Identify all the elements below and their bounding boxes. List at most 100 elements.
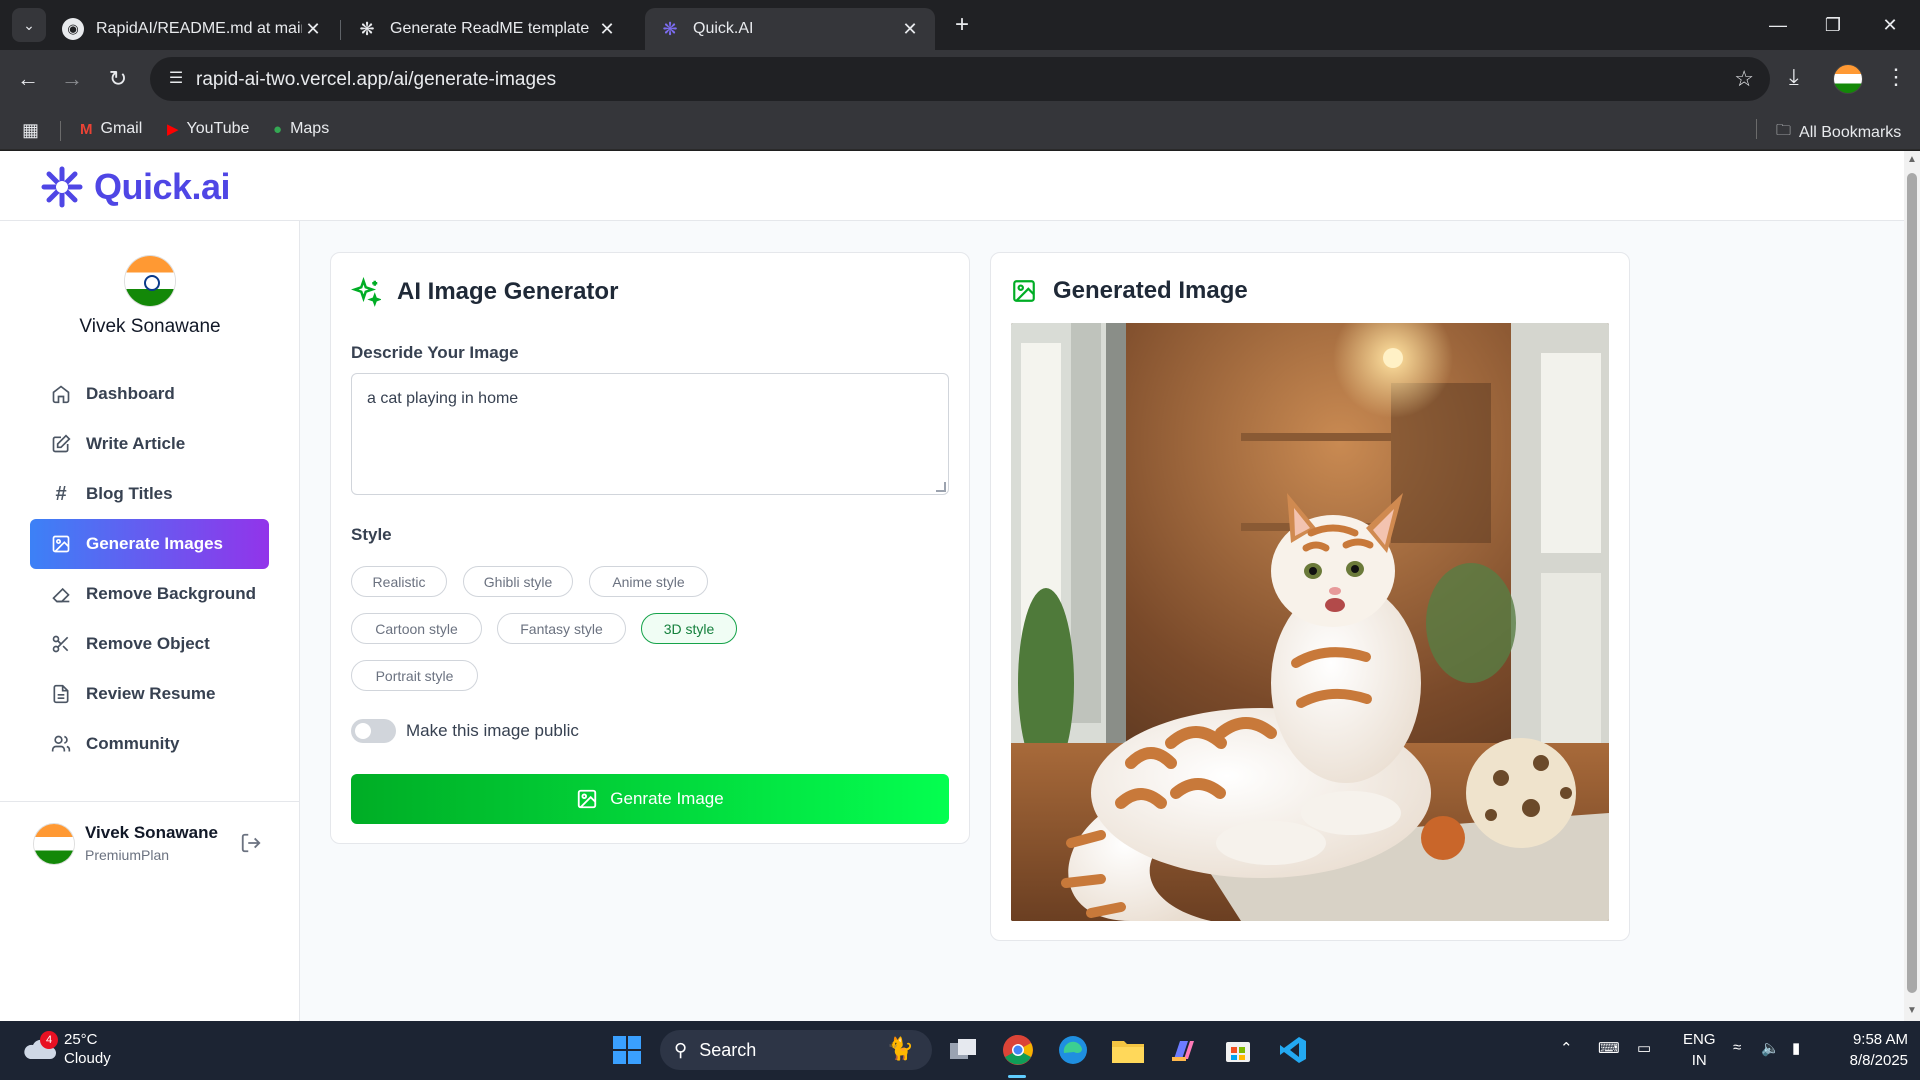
bookmark-gmail[interactable]: M Gmail: [80, 120, 142, 138]
sidebar-item-remove-background[interactable]: Remove Background: [30, 569, 269, 619]
browser-tab-chatgpt[interactable]: ❋ Generate ReadME template ✕: [342, 8, 632, 50]
close-window-icon[interactable]: ✕: [1867, 10, 1913, 40]
search-icon: ⚲: [674, 1039, 688, 1060]
language-top: ENG: [1683, 1031, 1716, 1048]
style-chip-fantasy[interactable]: Fantasy style: [497, 613, 626, 644]
all-bookmarks[interactable]: 🗀 All Bookmarks: [1776, 120, 1901, 145]
result-card: Generated Image: [990, 252, 1630, 941]
sidebar-nav: Dashboard Write Article # Blog Titles Ge…: [30, 369, 269, 769]
footer-user-plan: PremiumPlan: [85, 847, 170, 863]
address-bar[interactable]: ☰ rapid-ai-two.vercel.app/ai/generate-im…: [150, 57, 1770, 101]
bookmark-star-icon[interactable]: ☆: [1734, 66, 1754, 92]
result-title: Generated Image: [1011, 277, 1248, 305]
reload-icon[interactable]: ↻: [103, 64, 133, 94]
sidebar-item-dashboard[interactable]: Dashboard: [30, 369, 269, 419]
keyboard-icon[interactable]: ⌨: [1598, 1039, 1620, 1057]
style-chip-anime[interactable]: Anime style: [589, 566, 708, 597]
back-arrow-icon[interactable]: ←: [13, 64, 43, 94]
edge-icon[interactable]: [1056, 1033, 1090, 1067]
new-tab-plus-icon[interactable]: +: [948, 12, 976, 40]
browser-tab-quickai[interactable]: ❋ Quick.AI ✕: [645, 8, 935, 50]
profile-avatar-icon[interactable]: [1833, 64, 1863, 94]
clock-time: 9:58 AM: [1852, 1031, 1908, 1048]
minimize-icon[interactable]: —: [1755, 10, 1801, 40]
sidebar-footer: Vivek Sonawane PremiumPlan: [0, 801, 300, 891]
app-logo[interactable]: Quick.ai: [38, 165, 231, 209]
web-page: Quick.ai Vivek Sonawane Dashboard Write …: [0, 151, 1920, 1021]
windows-start-icon[interactable]: [610, 1033, 644, 1067]
sidebar-item-review-resume[interactable]: Review Resume: [30, 669, 269, 719]
wifi-icon[interactable]: ≈: [1733, 1039, 1741, 1056]
show-hidden-icons-chevron-icon[interactable]: ⌃: [1560, 1039, 1573, 1057]
file-explorer-icon[interactable]: [1111, 1033, 1145, 1067]
sidebar-item-write-article[interactable]: Write Article: [30, 419, 269, 469]
chrome-icon[interactable]: [1001, 1033, 1035, 1067]
weather-widget[interactable]: 4 25°C Cloudy: [22, 1030, 111, 1068]
generated-image[interactable]: [1011, 323, 1609, 921]
describe-label: Descride Your Image: [351, 343, 519, 362]
logo-text: Quick.ai: [94, 166, 231, 207]
public-toggle[interactable]: [351, 719, 396, 743]
tab-title: RapidAI/README.md at main ·: [96, 20, 302, 37]
bookmark-label: Gmail: [100, 120, 143, 137]
taskbar-search[interactable]: ⚲ Search 🐈: [660, 1030, 932, 1070]
forward-arrow-icon[interactable]: →: [57, 64, 87, 94]
taskbar-clock[interactable]: 9:58 AM 8/8/2025: [1838, 1029, 1908, 1071]
browser-tab-bar: ⌄ ◉ RapidAI/README.md at main · ✕ ❋ Gene…: [0, 0, 1920, 50]
style-chip-portrait[interactable]: Portrait style: [351, 660, 478, 691]
close-tab-icon[interactable]: ✕: [302, 19, 324, 40]
logout-icon[interactable]: [240, 832, 262, 860]
image-icon: [576, 788, 598, 810]
search-label: Search: [699, 1039, 757, 1060]
sidebar-item-label: Remove Object: [86, 634, 210, 653]
bookmarks-bar: ▦ M Gmail ▶ YouTube ● Maps 🗀 All Bookmar…: [0, 108, 1920, 150]
restore-icon[interactable]: ❐: [1810, 10, 1856, 40]
browser-tab-github[interactable]: ◉ RapidAI/README.md at main · ✕: [48, 8, 338, 50]
tablet-mode-icon[interactable]: ▭: [1637, 1039, 1651, 1057]
scroll-up-icon[interactable]: ▲: [1907, 155, 1917, 165]
prompt-value: a cat playing in home: [367, 390, 519, 407]
generate-image-button[interactable]: Genrate Image: [351, 774, 949, 824]
copilot-icon[interactable]: [1166, 1033, 1200, 1067]
sidebar-item-label: Community: [86, 734, 180, 753]
battery-icon[interactable]: ▮: [1792, 1039, 1800, 1057]
style-chip-realistic[interactable]: Realistic: [351, 566, 447, 597]
style-label: Style: [351, 525, 392, 544]
close-tab-icon[interactable]: ✕: [596, 19, 618, 40]
footer-avatar[interactable]: [34, 824, 74, 864]
tab-search-chevron-icon[interactable]: ⌄: [12, 8, 46, 42]
microsoft-store-icon[interactable]: [1221, 1033, 1255, 1067]
task-view-icon[interactable]: [947, 1033, 981, 1067]
sidebar-item-label: Blog Titles: [86, 484, 173, 503]
site-info-icon[interactable]: ☰: [164, 67, 188, 91]
resize-handle[interactable]: [936, 482, 946, 492]
style-chip-3d[interactable]: 3D style: [641, 613, 737, 644]
close-tab-icon[interactable]: ✕: [899, 19, 921, 40]
active-app-indicator: [1008, 1075, 1026, 1078]
sidebar-item-remove-object[interactable]: Remove Object: [30, 619, 269, 669]
apps-grid-icon[interactable]: ▦: [22, 120, 39, 141]
bookmark-youtube[interactable]: ▶ YouTube: [167, 120, 249, 138]
url-text[interactable]: rapid-ai-two.vercel.app/ai/generate-imag…: [196, 69, 556, 91]
scrollbar-thumb[interactable]: [1907, 173, 1917, 993]
style-chip-cartoon[interactable]: Cartoon style: [351, 613, 482, 644]
maps-icon: ●: [273, 120, 283, 138]
style-chip-ghibli[interactable]: Ghibli style: [463, 566, 573, 597]
scroll-down-icon[interactable]: ▼: [1907, 1006, 1917, 1016]
sidebar-item-label: Write Article: [86, 434, 186, 453]
chatgpt-icon: ❋: [359, 18, 375, 39]
vscode-icon[interactable]: [1276, 1033, 1310, 1067]
page-scrollbar[interactable]: ▲ ▼: [1904, 151, 1920, 1021]
browser-menu-icon[interactable]: ⋮: [1885, 64, 1907, 90]
sidebar-item-community[interactable]: Community: [30, 719, 269, 769]
file-text-icon: [50, 683, 72, 705]
download-icon[interactable]: ⤓: [1789, 64, 1799, 90]
prompt-textarea[interactable]: a cat playing in home: [351, 373, 949, 495]
weather-condition: Cloudy: [64, 1050, 111, 1067]
volume-icon[interactable]: 🔈: [1761, 1039, 1780, 1057]
sidebar-item-blog-titles[interactable]: # Blog Titles: [30, 469, 269, 519]
sidebar-item-generate-images[interactable]: Generate Images: [30, 519, 269, 569]
language-indicator[interactable]: ENG IN: [1683, 1029, 1716, 1071]
sidebar-item-label: Generate Images: [86, 534, 224, 553]
bookmark-maps[interactable]: ● Maps: [273, 120, 329, 138]
